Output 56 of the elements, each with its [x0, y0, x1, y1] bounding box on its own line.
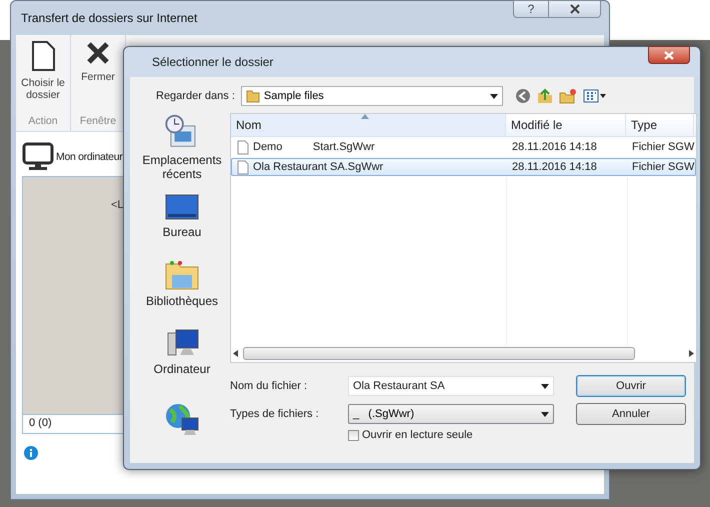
file-type: Fichier SGW — [631, 141, 695, 153]
library-folder-icon — [164, 258, 200, 290]
close-icon — [664, 50, 674, 60]
look-in-label: Regarder dans : — [156, 90, 235, 102]
sort-arrow-icon — [361, 114, 369, 119]
file-name-label: Nom du fichier : — [230, 380, 308, 392]
scroll-left-icon — [233, 350, 239, 357]
desktop-item[interactable]: Bureau — [134, 181, 230, 249]
look-in-dropdown[interactable]: Sample files — [240, 86, 503, 106]
info-icon — [24, 446, 38, 460]
caret-icon — [541, 412, 549, 416]
new-folder-icon — [558, 88, 577, 104]
monitor-icon — [22, 142, 54, 172]
back-icon — [514, 88, 531, 104]
column-header[interactable]: Modifié le — [506, 114, 626, 136]
file-name-field[interactable]: Ola Restaurant SA — [348, 376, 554, 396]
cancel-button[interactable]: Annuler — [576, 403, 686, 425]
file-type: Fichier SGW — [631, 161, 695, 173]
close-icon — [570, 4, 580, 14]
close-button[interactable] — [549, 0, 601, 18]
network-icon — [164, 402, 200, 436]
ribbon-group-label: Action — [28, 115, 58, 129]
file-icon — [237, 160, 249, 174]
ribbon-group-label: Fenêtre — [80, 115, 116, 129]
open-button[interactable]: Ouvrir — [576, 375, 686, 397]
dialog-title: Sélectionner le dossier — [152, 55, 274, 69]
choose-folder-button[interactable]: Choisir le dossier — [18, 39, 68, 115]
up-folder-icon — [536, 88, 553, 104]
desktop-icon — [164, 192, 200, 222]
modified-date: 28.11.2016 14:18 — [511, 141, 598, 153]
folder-icon — [246, 89, 260, 103]
panel-text: <L — [111, 199, 124, 211]
document-icon — [31, 41, 55, 71]
column-header[interactable]: Nom — [231, 114, 506, 136]
file-row[interactable]: Demo Start.SgWwr 28.11.2016 14:18 Fichier SGW — [231, 138, 696, 156]
file-row[interactable]: Ola Restaurant SA.SgWwr 28.11.2016 14:18 Fichier SGW — [231, 158, 696, 176]
file-name: Demo Start.SgWwr — [253, 141, 375, 153]
caret-icon — [490, 94, 498, 98]
close-window-button[interactable]: Fermer — [73, 39, 123, 115]
computer-item[interactable]: Ordinateur — [134, 317, 230, 385]
scroll-right-icon — [688, 350, 694, 357]
modified-date: 28.11.2016 14:18 — [511, 161, 598, 173]
recent-places-item[interactable]: Emplacements récents — [134, 113, 230, 181]
horizontal-scrollbar[interactable] — [231, 345, 696, 362]
file-name: Ola Restaurant SA.SgWwr — [253, 161, 384, 173]
libraries-item[interactable]: Bibliothèques — [134, 249, 230, 317]
file-icon — [237, 140, 249, 154]
view-menu-icon — [582, 89, 607, 103]
column-header[interactable]: Type — [626, 114, 694, 136]
file-type-dropdown[interactable]: _ (.SgWwr) — [348, 404, 554, 424]
help-button[interactable]: ? — [513, 0, 549, 18]
close-icon — [86, 41, 110, 65]
window-title: Transfert de dossiers sur Internet — [21, 11, 198, 25]
location-label: Mon ordinateur — [56, 151, 122, 163]
close-button[interactable] — [648, 46, 690, 64]
caret-icon — [541, 384, 549, 388]
